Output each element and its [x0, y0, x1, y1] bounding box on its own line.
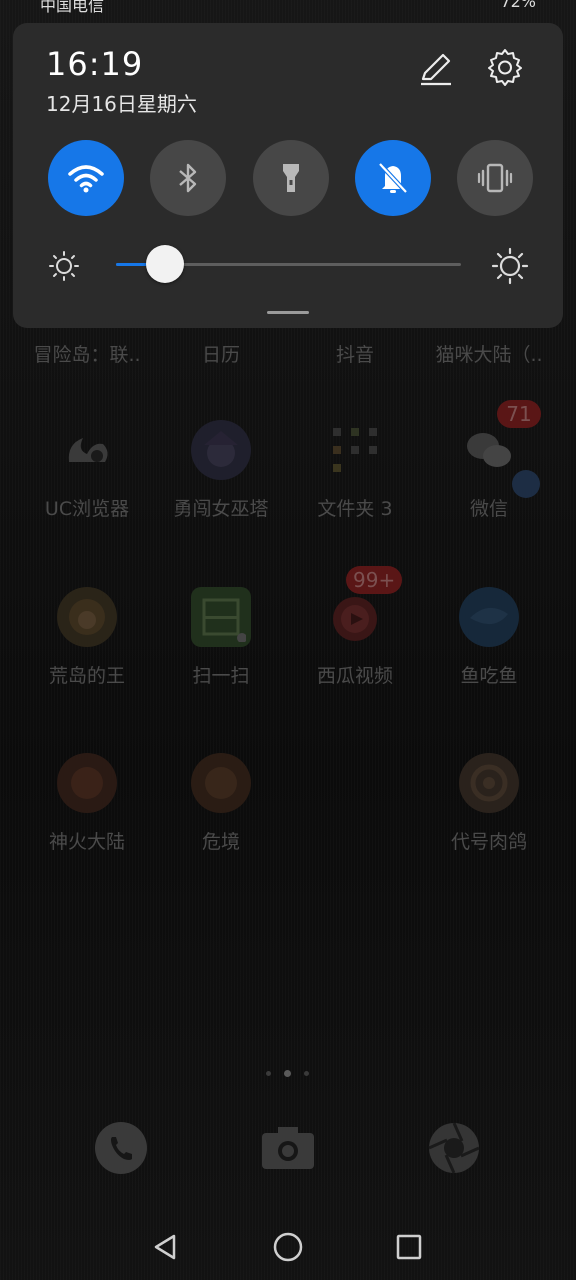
bluetooth-icon	[179, 163, 197, 193]
browser-icon[interactable]	[426, 1120, 482, 1176]
app-calendar[interactable]: 日历	[151, 340, 291, 367]
app-label: 西瓜视频	[316, 665, 393, 687]
page-dot	[304, 1071, 309, 1076]
app-label: 猫咪大陆（..	[435, 344, 543, 366]
bell-off-icon	[378, 162, 408, 194]
back-icon[interactable]	[143, 1225, 187, 1269]
status-bar: 中国电信 72%	[0, 0, 576, 15]
app-roguelike[interactable]: 代号肉鸽	[419, 753, 559, 854]
uc-browser-icon	[57, 420, 117, 480]
battery-label: 72%	[500, 0, 536, 11]
app-weijing[interactable]: 危境	[151, 753, 291, 854]
roguelike-icon	[459, 753, 519, 813]
app-scan[interactable]: 扫一扫	[151, 587, 291, 688]
panel-drag-handle[interactable]	[267, 311, 309, 314]
camera-icon[interactable]	[260, 1120, 316, 1176]
app-wechat[interactable]: 微信	[419, 420, 559, 521]
quick-settings-panel: 16:19 12月16日星期六	[13, 23, 563, 328]
page-indicator	[262, 1070, 314, 1078]
tile-wifi[interactable]	[48, 140, 124, 216]
tile-mute[interactable]	[355, 140, 431, 216]
app-label: 冒险岛：联..	[33, 344, 141, 366]
navigation-bar	[0, 1225, 576, 1269]
app-label: 抖音	[335, 344, 374, 366]
wifi-icon	[68, 165, 104, 193]
app-label: 鱼吃鱼	[460, 665, 518, 687]
app-maoxiandao[interactable]: 冒险岛：联..	[17, 340, 157, 367]
brightness-low-icon	[47, 249, 81, 283]
xigua-video-icon	[325, 587, 385, 647]
edit-icon[interactable]	[415, 49, 455, 89]
clock-date: 12月16日星期六	[46, 92, 197, 116]
app-label: 微信	[469, 498, 508, 520]
vibrate-icon	[477, 163, 513, 193]
phone-icon[interactable]	[93, 1120, 149, 1176]
home-icon[interactable]	[266, 1225, 310, 1269]
app-maomi[interactable]: 猫咪大陆（..	[419, 340, 559, 367]
witch-tower-icon	[191, 420, 251, 480]
app-label: UC浏览器	[44, 498, 130, 520]
brightness-slider[interactable]	[116, 245, 461, 283]
page-dot	[266, 1071, 271, 1076]
scan-icon	[191, 587, 251, 647]
tile-bluetooth[interactable]	[150, 140, 226, 216]
app-label: 神火大陆	[48, 831, 125, 853]
verified-icon	[512, 470, 540, 498]
brightness-high-icon	[491, 247, 529, 285]
app-label: 代号肉鸽	[450, 831, 527, 853]
flashlight-icon	[283, 164, 299, 192]
clock-time: 16:19	[46, 45, 144, 83]
app-shenhuo[interactable]: 神火大陆	[17, 753, 157, 854]
app-label: 勇闯女巫塔	[173, 498, 269, 520]
tile-vibrate[interactable]	[457, 140, 533, 216]
app-label: 日历	[201, 344, 240, 366]
app-label: 危境	[201, 831, 240, 853]
app-xigua-video[interactable]: 西瓜视频	[285, 587, 425, 688]
wechat-badge: 71	[497, 400, 541, 428]
app-label: 扫一扫	[192, 665, 250, 687]
gear-icon[interactable]	[485, 47, 525, 87]
fish-icon	[459, 587, 519, 647]
recents-icon[interactable]	[387, 1225, 431, 1269]
app-uc-browser[interactable]: UC浏览器	[17, 420, 157, 521]
weijing-icon	[191, 753, 251, 813]
brightness-thumb[interactable]	[145, 245, 184, 283]
xigua-badge: 99+	[346, 566, 403, 594]
shenhuo-icon	[57, 753, 117, 813]
carrier-label: 中国电信	[40, 0, 105, 15]
page-dot-current	[284, 1070, 291, 1077]
app-island-king[interactable]: 荒岛的王	[17, 587, 157, 688]
app-folder-3[interactable]: 文件夹 3	[285, 420, 425, 521]
folder-icon	[325, 420, 385, 480]
app-douyin[interactable]: 抖音	[285, 340, 425, 367]
app-fish-eat-fish[interactable]: 鱼吃鱼	[419, 587, 559, 688]
wechat-icon	[459, 420, 519, 480]
app-label: 文件夹 3	[317, 498, 393, 520]
island-king-icon	[57, 587, 117, 647]
tile-flashlight[interactable]	[253, 140, 329, 216]
app-witch-tower[interactable]: 勇闯女巫塔	[151, 420, 291, 521]
app-label: 荒岛的王	[48, 665, 125, 687]
